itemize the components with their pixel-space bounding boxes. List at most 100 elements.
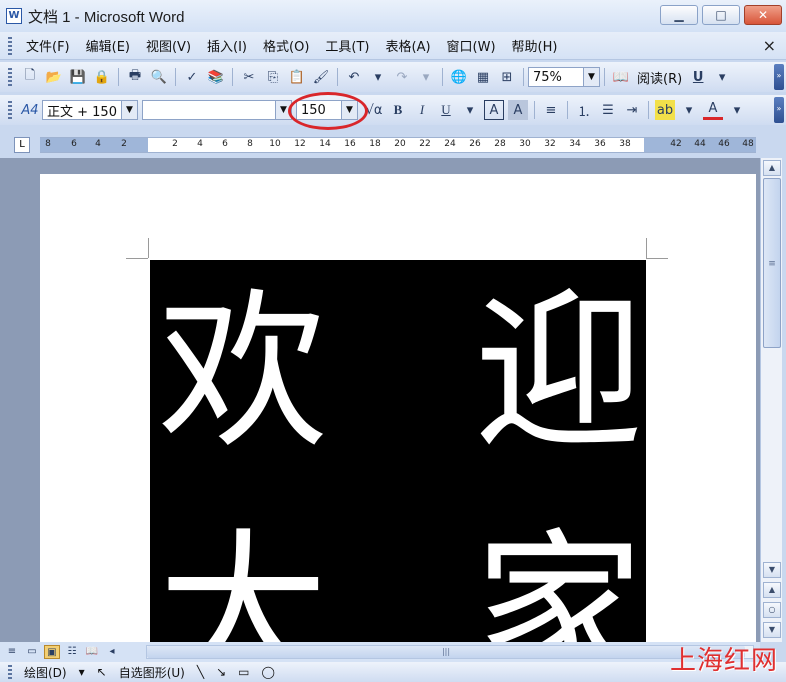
next-page-button[interactable]: ▼ (763, 622, 781, 638)
standard-toolbar: 🗋 📂 💾 🔒 🖶 🔍 ✓ 📚 ✂ ⎘ 📋 🖌 ↶ ▾ ↷ ▾ 🌐 ▦ ⊞ 75… (0, 62, 786, 92)
underline-icon[interactable]: U (688, 67, 708, 87)
new-document-icon[interactable]: 🗋 (20, 67, 40, 87)
separator (232, 68, 233, 86)
normal-view-icon[interactable]: ≡ (4, 645, 20, 659)
open-folder-icon[interactable]: 📂 (44, 67, 64, 87)
hyperlink-icon[interactable]: 🌐 (449, 67, 469, 87)
reading-layout-icon[interactable]: 📖 (84, 645, 100, 659)
equation-icon[interactable]: √α (364, 100, 384, 120)
insert-table-icon[interactable]: ⊞ (497, 67, 517, 87)
previous-page-button[interactable]: ▲ (763, 582, 781, 598)
read-icon[interactable]: 📖 (611, 67, 631, 87)
research-icon[interactable]: 📚 (206, 67, 226, 87)
ruler-tick: 2 (172, 139, 178, 149)
separator (175, 68, 176, 86)
document-page[interactable]: 欢 迎 大 家 (40, 174, 756, 642)
select-objects-icon[interactable]: ↖ (97, 665, 107, 679)
font-name-combo[interactable]: ▼ (142, 100, 292, 120)
spelling-icon[interactable]: ✓ (182, 67, 202, 87)
document-close-button[interactable]: × (763, 36, 776, 55)
numbering-icon[interactable]: ⒈ (574, 100, 594, 120)
rectangle-icon[interactable]: ▭ (238, 665, 249, 679)
style-combo[interactable]: 正文 + 150 ▼ (42, 100, 138, 120)
underline-dropdown-icon[interactable]: ▾ (712, 67, 732, 87)
chevron-down-icon[interactable]: ▼ (275, 101, 291, 119)
font-color-icon[interactable]: A (703, 100, 723, 120)
styles-formatting-icon[interactable]: A4 (20, 100, 40, 120)
scroll-down-button[interactable]: ▼ (763, 562, 781, 578)
toolbar-options-icon[interactable]: » (774, 64, 784, 90)
shaded-text-block[interactable]: 欢 迎 大 家 (150, 260, 646, 642)
tables-borders-icon[interactable]: ▦ (473, 67, 493, 87)
menu-tools[interactable]: 工具(T) (317, 36, 377, 55)
toolbar-grip[interactable] (8, 101, 12, 119)
horizontal-scrollbar[interactable]: ||| (146, 645, 754, 659)
print-icon[interactable]: 🖶 (125, 67, 145, 87)
print-layout-icon[interactable]: ▣ (44, 645, 60, 659)
tab-selector[interactable]: L (14, 137, 30, 153)
menu-view[interactable]: 视图(V) (138, 36, 199, 55)
scroll-thumb[interactable]: ≡ (763, 178, 781, 348)
format-painter-icon[interactable]: 🖌 (311, 67, 331, 87)
horizontal-scroll-thumb[interactable]: ||| (147, 646, 745, 658)
browse-object-button[interactable]: ○ (763, 602, 781, 618)
toolbar-grip[interactable] (8, 665, 12, 679)
menu-edit[interactable]: 编辑(E) (78, 36, 138, 55)
maximize-button[interactable]: □ (702, 5, 740, 25)
font-color-dropdown-icon[interactable]: ▾ (727, 100, 747, 120)
highlight-dropdown-icon[interactable]: ▾ (679, 100, 699, 120)
title-bar: W 文档 1 - Microsoft Word ▁ □ ✕ (0, 0, 786, 32)
paste-icon[interactable]: 📋 (287, 67, 307, 87)
scroll-left-icon[interactable]: ◂ (104, 645, 120, 659)
font-size-combo[interactable]: 150 ▼ (296, 100, 358, 120)
align-justify-icon[interactable]: ≡ (541, 100, 561, 120)
read-button[interactable]: 阅读(R) (637, 68, 682, 87)
line-icon[interactable]: ╲ (197, 665, 204, 679)
print-preview-icon[interactable]: 🔍 (149, 67, 169, 87)
toolbar-grip[interactable] (8, 68, 12, 86)
menubar-grip[interactable] (8, 36, 12, 55)
bullets-icon[interactable]: ☰ (598, 100, 618, 120)
bold-icon[interactable]: B (388, 100, 408, 120)
vertical-scrollbar[interactable]: ▲ ≡ ▼ ▲ ○ ▼ (760, 158, 782, 642)
chevron-down-icon[interactable]: ▼ (583, 68, 599, 86)
scroll-up-button[interactable]: ▲ (763, 160, 781, 176)
undo-dropdown-icon[interactable]: ▾ (368, 67, 388, 87)
autoshapes-menu-button[interactable]: 自选图形(U) (119, 664, 185, 681)
menu-file[interactable]: 文件(F) (18, 36, 78, 55)
copy-icon[interactable]: ⎘ (263, 67, 283, 87)
menu-window[interactable]: 窗口(W) (439, 36, 504, 55)
menu-table[interactable]: 表格(A) (378, 36, 439, 55)
save-icon[interactable]: 💾 (68, 67, 88, 87)
highlight-icon[interactable]: ab (655, 100, 675, 120)
cut-icon[interactable]: ✂ (239, 67, 259, 87)
italic-icon[interactable]: I (412, 100, 432, 120)
undo-icon[interactable]: ↶ (344, 67, 364, 87)
permission-icon[interactable]: 🔒 (92, 67, 112, 87)
redo-dropdown-icon[interactable]: ▾ (416, 67, 436, 87)
draw-dropdown-icon[interactable]: ▾ (79, 665, 85, 679)
menu-format[interactable]: 格式(O) (255, 36, 317, 55)
web-layout-icon[interactable]: ▭ (24, 645, 40, 659)
menu-help[interactable]: 帮助(H) (504, 36, 566, 55)
toolbar-options-icon[interactable]: » (774, 97, 784, 123)
increase-indent-icon[interactable]: ⇥ (622, 100, 642, 120)
ruler-tick: 16 (344, 139, 356, 149)
redo-icon[interactable]: ↷ (392, 67, 412, 87)
draw-menu-button[interactable]: 绘图(D) (24, 664, 67, 681)
underline-icon[interactable]: U (436, 100, 456, 120)
ruler-strip[interactable]: 8 6 4 2 2 4 6 8 10 12 14 16 18 20 22 24 … (40, 137, 756, 153)
oval-icon[interactable]: ◯ (262, 665, 275, 679)
minimize-button[interactable]: ▁ (660, 5, 698, 25)
word-app-icon[interactable]: W (6, 8, 22, 24)
close-button[interactable]: ✕ (744, 5, 782, 25)
chevron-down-icon[interactable]: ▼ (341, 101, 357, 119)
underline-dropdown-icon[interactable]: ▾ (460, 100, 480, 120)
character-shading-icon[interactable]: A (508, 100, 528, 120)
character-border-icon[interactable]: A (484, 100, 504, 120)
menu-insert[interactable]: 插入(I) (199, 36, 255, 55)
chevron-down-icon[interactable]: ▼ (121, 101, 137, 119)
zoom-combo[interactable]: 75% ▼ (528, 67, 600, 87)
arrow-icon[interactable]: ↘ (216, 665, 226, 679)
outline-view-icon[interactable]: ☷ (64, 645, 80, 659)
